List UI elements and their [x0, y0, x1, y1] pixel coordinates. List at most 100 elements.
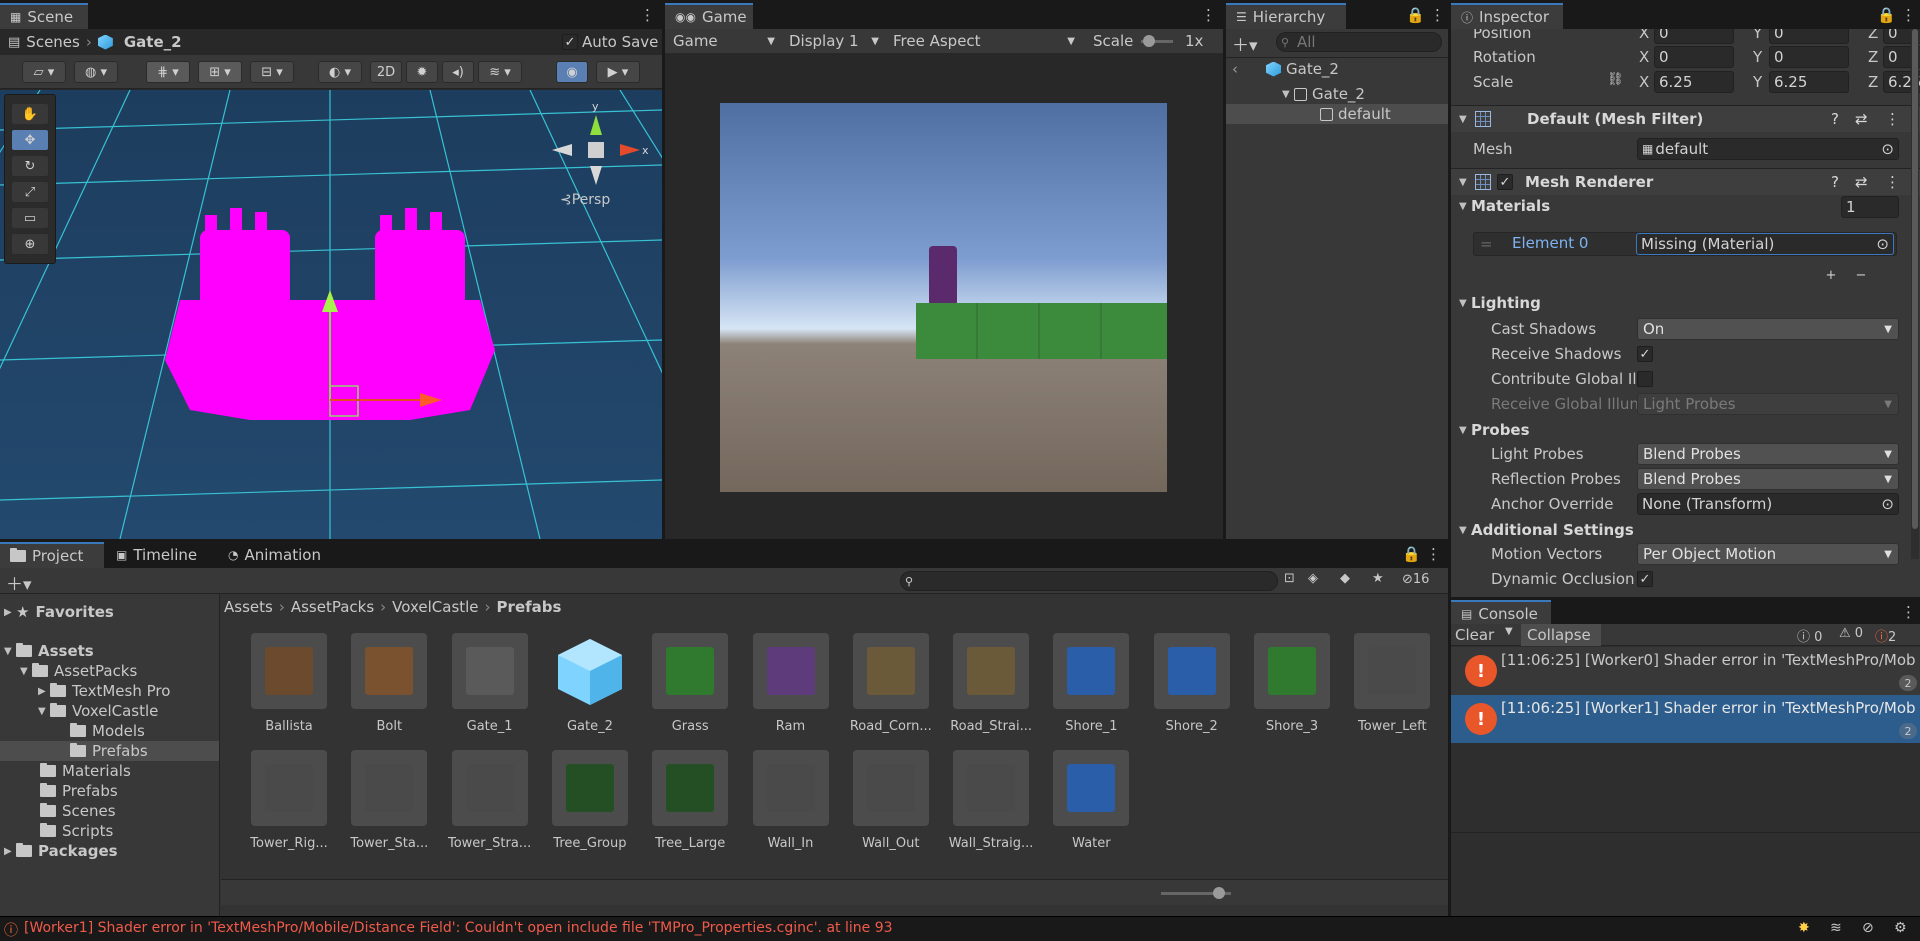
position-x-field[interactable]: 0 — [1654, 29, 1734, 44]
hierarchy-item-default[interactable]: default — [1226, 104, 1448, 124]
inspector-scroll-thumb[interactable] — [1912, 29, 1918, 529]
info-filter[interactable]: ⓘ 0 — [1797, 626, 1822, 645]
materials-count-field[interactable]: 1 — [1841, 196, 1899, 218]
project-menu-icon[interactable]: ⋮ — [1426, 547, 1441, 562]
lock-icon[interactable]: 🔒 — [1877, 8, 1896, 23]
collapse-toggle[interactable]: Collapse — [1521, 624, 1601, 646]
hierarchy-search-input[interactable]: ⚲ All — [1276, 32, 1442, 52]
settings-gear-icon[interactable]: ⚙ — [1894, 920, 1907, 936]
scale-tool-icon[interactable]: ⤢ — [11, 181, 49, 203]
clear-button[interactable]: Clear — [1455, 626, 1494, 644]
asset-item[interactable]: Ballista — [239, 633, 339, 734]
asset-item[interactable]: Grass — [640, 633, 740, 734]
asset-item[interactable]: Ram — [741, 633, 841, 734]
position-y-field[interactable]: 0 — [1769, 29, 1849, 44]
material-element-row[interactable]: = Element 0 Missing (Material) ⊙ — [1473, 232, 1897, 256]
grid-button[interactable]: ⊞ ▾ — [198, 61, 242, 83]
asset-item[interactable]: Shore_2 — [1142, 633, 1242, 734]
icon-size-slider-handle[interactable] — [1213, 887, 1225, 899]
motion-vectors-dropdown[interactable]: Per Object Motion ▼ — [1637, 543, 1899, 565]
material-element-field[interactable]: Missing (Material) ⊙ — [1636, 233, 1894, 255]
asset-item[interactable]: Wall_Out — [841, 750, 941, 851]
receive-shadows-checkbox[interactable]: ✓ — [1637, 346, 1653, 362]
console-entry-selected[interactable]: ! [11:06:25] [Worker1] Shader error in '… — [1451, 695, 1920, 743]
console-entry[interactable]: ! [11:06:25] [Worker0] Shader error in '… — [1451, 647, 1920, 695]
dynamic-occlusion-checkbox[interactable]: ✓ — [1637, 571, 1653, 587]
scale-slider-handle[interactable] — [1143, 35, 1155, 47]
tree-textmeshpro[interactable]: ▶ TextMesh Pro — [38, 681, 170, 701]
auto-save-checkbox[interactable]: ✓ — [562, 34, 578, 50]
tab-scene[interactable]: ▦ Scene — [0, 3, 88, 29]
asset-item[interactable]: Shore_1 — [1041, 633, 1141, 734]
rotation-x-field[interactable]: 0 — [1654, 46, 1734, 68]
asset-item[interactable]: Tower_Stra... — [440, 750, 540, 851]
drag-handle-icon[interactable]: = — [1480, 235, 1493, 253]
draw-mode-button[interactable]: ▱ ▾ — [22, 61, 66, 83]
breadcrumb-scenes[interactable]: Scenes — [26, 33, 80, 51]
anchor-override-field[interactable]: None (Transform) ⊙ — [1637, 493, 1899, 515]
breadcrumb-assetpacks[interactable]: AssetPacks — [291, 598, 374, 616]
back-icon[interactable]: ‹ — [1232, 60, 1238, 78]
asset-item[interactable]: Tower_Sta... — [339, 750, 439, 851]
hand-tool-icon[interactable]: ✋ — [11, 103, 49, 125]
grid-snap-button[interactable]: ⋕ ▾ — [146, 61, 190, 83]
breadcrumb-assets[interactable]: Assets — [224, 598, 273, 616]
asset-item[interactable]: Wall_In — [741, 750, 841, 851]
tree-scenes[interactable]: Scenes — [40, 801, 116, 821]
render-mode-button[interactable]: ◍ ▾ — [74, 61, 118, 83]
asset-item[interactable]: Tree_Group — [540, 750, 640, 851]
tree-prefabs[interactable]: Prefabs — [40, 781, 118, 801]
tree-voxelcastle[interactable]: ▼ VoxelCastle — [38, 701, 158, 721]
expand-arrow-icon[interactable]: ▼ — [1282, 89, 1294, 100]
add-icon[interactable]: ＋▾ — [1232, 31, 1258, 56]
lighting-toggle-icon[interactable]: ✹ — [406, 61, 438, 83]
asset-item[interactable]: Shore_3 — [1242, 633, 1342, 734]
effects-button[interactable]: ≋ ▾ — [478, 61, 522, 83]
warning-filter[interactable]: ⚠ 0 — [1839, 626, 1863, 641]
tab-timeline[interactable]: ▣ Timeline — [106, 542, 210, 568]
asset-item[interactable]: Gate_2 — [540, 633, 640, 734]
remove-material-button[interactable]: − — [1843, 264, 1879, 286]
shading-button[interactable]: ◐ ▾ — [318, 61, 362, 83]
object-picker-icon[interactable]: ⊙ — [1881, 140, 1894, 158]
light-probes-dropdown[interactable]: Blend Probes ▼ — [1637, 443, 1899, 465]
asset-item[interactable]: Tower_Rig... — [239, 750, 339, 851]
collapse-arrow-icon[interactable]: ▼ — [1459, 298, 1471, 309]
scene-visibility-icon[interactable]: ⊘ — [1862, 920, 1874, 936]
tree-favorites[interactable]: ▶ ★ Favorites — [4, 602, 114, 622]
rotation-y-field[interactable]: 0 — [1769, 46, 1849, 68]
display-dropdown[interactable]: Display 1 ▼ — [783, 31, 883, 51]
tab-game[interactable]: ◉◉ Game — [665, 3, 753, 29]
camera-button[interactable]: ▶ ▾ — [596, 61, 640, 83]
help-icon[interactable]: ? — [1831, 110, 1839, 128]
mesh-renderer-header[interactable]: ▼ ✓ Mesh Renderer ? ⇄ ⋮ — [1451, 169, 1920, 195]
asset-item[interactable]: Bolt — [339, 633, 439, 734]
preset-icon[interactable]: ⇄ — [1855, 110, 1868, 128]
help-icon[interactable]: ? — [1831, 173, 1839, 191]
collapse-arrow-icon[interactable]: ▼ — [1459, 177, 1471, 188]
move-tool-icon[interactable]: ✥ — [11, 129, 49, 151]
tree-assets[interactable]: ▼ Assets — [4, 641, 94, 661]
tree-assetpacks[interactable]: ▼ AssetPacks — [20, 661, 137, 681]
hierarchy-item-gate2[interactable]: ▼ Gate_2 — [1282, 84, 1365, 104]
component-menu-icon[interactable]: ⋮ — [1885, 110, 1900, 128]
additional-settings-foldout[interactable]: ▼ Additional Settings — [1451, 517, 1920, 543]
tree-models[interactable]: Models — [70, 721, 145, 741]
inspector-scrollbar[interactable] — [1911, 29, 1919, 559]
mesh-field[interactable]: ▦ default ⊙ — [1637, 138, 1899, 160]
constrain-proportions-icon[interactable]: ⛓ — [1607, 72, 1624, 87]
orientation-gizmo[interactable]: y x ⊰Persp — [550, 100, 650, 210]
filter-type-icon[interactable]: ◈ — [1308, 571, 1318, 586]
mode-2d-button[interactable]: 2D — [370, 61, 402, 83]
preset-icon[interactable]: ⇄ — [1855, 173, 1868, 191]
tab-console[interactable]: ▤ Console — [1451, 600, 1551, 626]
mesh-filter-header[interactable]: ▼ Default (Mesh Filter) ? ⇄ ⋮ — [1451, 106, 1920, 132]
breadcrumb-gate2[interactable]: Gate_2 — [124, 33, 182, 51]
asset-item[interactable]: Road_Strai... — [941, 633, 1041, 734]
scale-x-field[interactable]: 6.25 — [1654, 71, 1734, 93]
tree-packages[interactable]: ▶ Packages — [4, 841, 118, 861]
tab-hierarchy[interactable]: ☰ Hierarchy — [1226, 3, 1346, 29]
component-menu-icon[interactable]: ⋮ — [1885, 173, 1900, 191]
breadcrumb-prefabs[interactable]: Prefabs — [497, 598, 562, 616]
tree-scripts[interactable]: Scripts — [40, 821, 113, 841]
